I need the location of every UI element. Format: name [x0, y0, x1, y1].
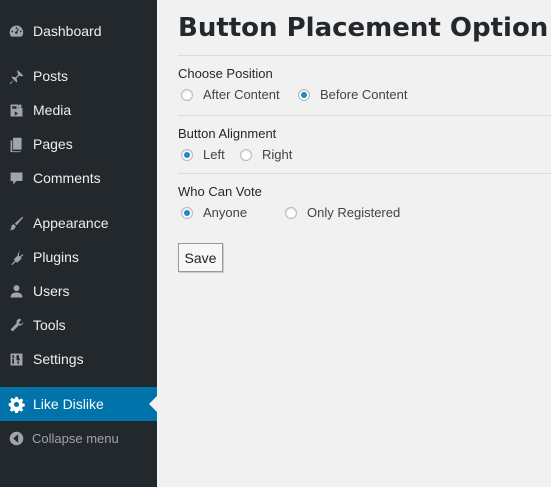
sidebar-item-comments[interactable]: Comments — [0, 161, 157, 195]
divider — [178, 173, 551, 174]
radio-label: Only Registered — [307, 205, 401, 220]
sidebar-item-label: Appearance — [33, 215, 109, 231]
radio-button[interactable] — [285, 206, 297, 219]
sidebar-item-label: Dashboard — [33, 23, 102, 39]
sidebar-item-posts[interactable]: Posts — [0, 59, 157, 93]
radio-button[interactable] — [181, 206, 193, 219]
divider — [178, 55, 551, 56]
radio-label: Before Content — [320, 87, 408, 102]
radio-label: Right — [262, 147, 293, 162]
sidebar-item-settings[interactable]: Settings — [0, 342, 157, 376]
page-title: Button Placement Option — [178, 13, 549, 43]
sidebar-item-label: Posts — [33, 68, 69, 84]
admin-sidebar: Dashboard Posts Media Pages Comments App… — [0, 0, 157, 487]
radio-left[interactable]: Left — [181, 147, 225, 162]
radio-button[interactable] — [298, 88, 310, 101]
pages-icon — [7, 135, 25, 153]
choose-position-label: Choose Position — [178, 66, 273, 81]
main-content: Button Placement Option Choose Position … — [157, 0, 551, 487]
who-can-vote-label: Who Can Vote — [178, 184, 262, 199]
dashboard-icon — [7, 22, 25, 40]
brush-icon — [7, 214, 25, 232]
sidebar-item-media[interactable]: Media — [0, 93, 157, 127]
radio-button[interactable] — [240, 148, 252, 161]
sidebar-item-label: Like Dislike — [33, 396, 104, 412]
sidebar-item-appearance[interactable]: Appearance — [0, 206, 157, 240]
radio-after-content[interactable]: After Content — [181, 87, 280, 102]
pin-icon — [7, 67, 25, 85]
radio-before-content[interactable]: Before Content — [298, 87, 407, 102]
radio-only-registered[interactable]: Only Registered — [285, 205, 400, 220]
collapse-menu-label: Collapse menu — [32, 431, 119, 446]
radio-anyone[interactable]: Anyone — [181, 205, 247, 220]
button-alignment-label: Button Alignment — [178, 126, 277, 141]
sidebar-item-label: Media — [33, 102, 72, 118]
radio-button[interactable] — [181, 88, 193, 101]
sidebar-item-pages[interactable]: Pages — [0, 127, 157, 161]
wrench-icon — [7, 316, 25, 334]
radio-right[interactable]: Right — [240, 147, 292, 162]
sidebar-item-label: Comments — [33, 170, 101, 186]
media-icon — [7, 101, 25, 119]
settings-icon — [7, 350, 25, 368]
current-menu-arrow — [149, 396, 157, 412]
sidebar-item-label: Users — [33, 283, 70, 299]
user-icon — [7, 282, 25, 300]
sidebar-item-like-dislike[interactable]: Like Dislike — [0, 387, 157, 421]
sidebar-item-label: Pages — [33, 136, 73, 152]
comment-icon — [7, 169, 25, 187]
sidebar-item-users[interactable]: Users — [0, 274, 157, 308]
radio-label: After Content — [203, 87, 280, 102]
sidebar-item-tools[interactable]: Tools — [0, 308, 157, 342]
divider — [178, 115, 551, 116]
save-button[interactable]: Save — [178, 243, 223, 272]
collapse-menu-button[interactable]: Collapse menu — [0, 421, 157, 455]
plugin-icon — [7, 248, 25, 266]
radio-button[interactable] — [181, 148, 193, 161]
sidebar-item-dashboard[interactable]: Dashboard — [0, 14, 157, 48]
sidebar-item-label: Tools — [33, 317, 66, 333]
radio-label: Left — [203, 147, 225, 162]
gear-icon — [7, 395, 25, 413]
radio-label: Anyone — [203, 205, 248, 220]
sidebar-item-label: Plugins — [33, 249, 79, 265]
sidebar-item-plugins[interactable]: Plugins — [0, 240, 157, 274]
collapse-icon — [7, 429, 25, 447]
sidebar-item-label: Settings — [33, 351, 84, 367]
